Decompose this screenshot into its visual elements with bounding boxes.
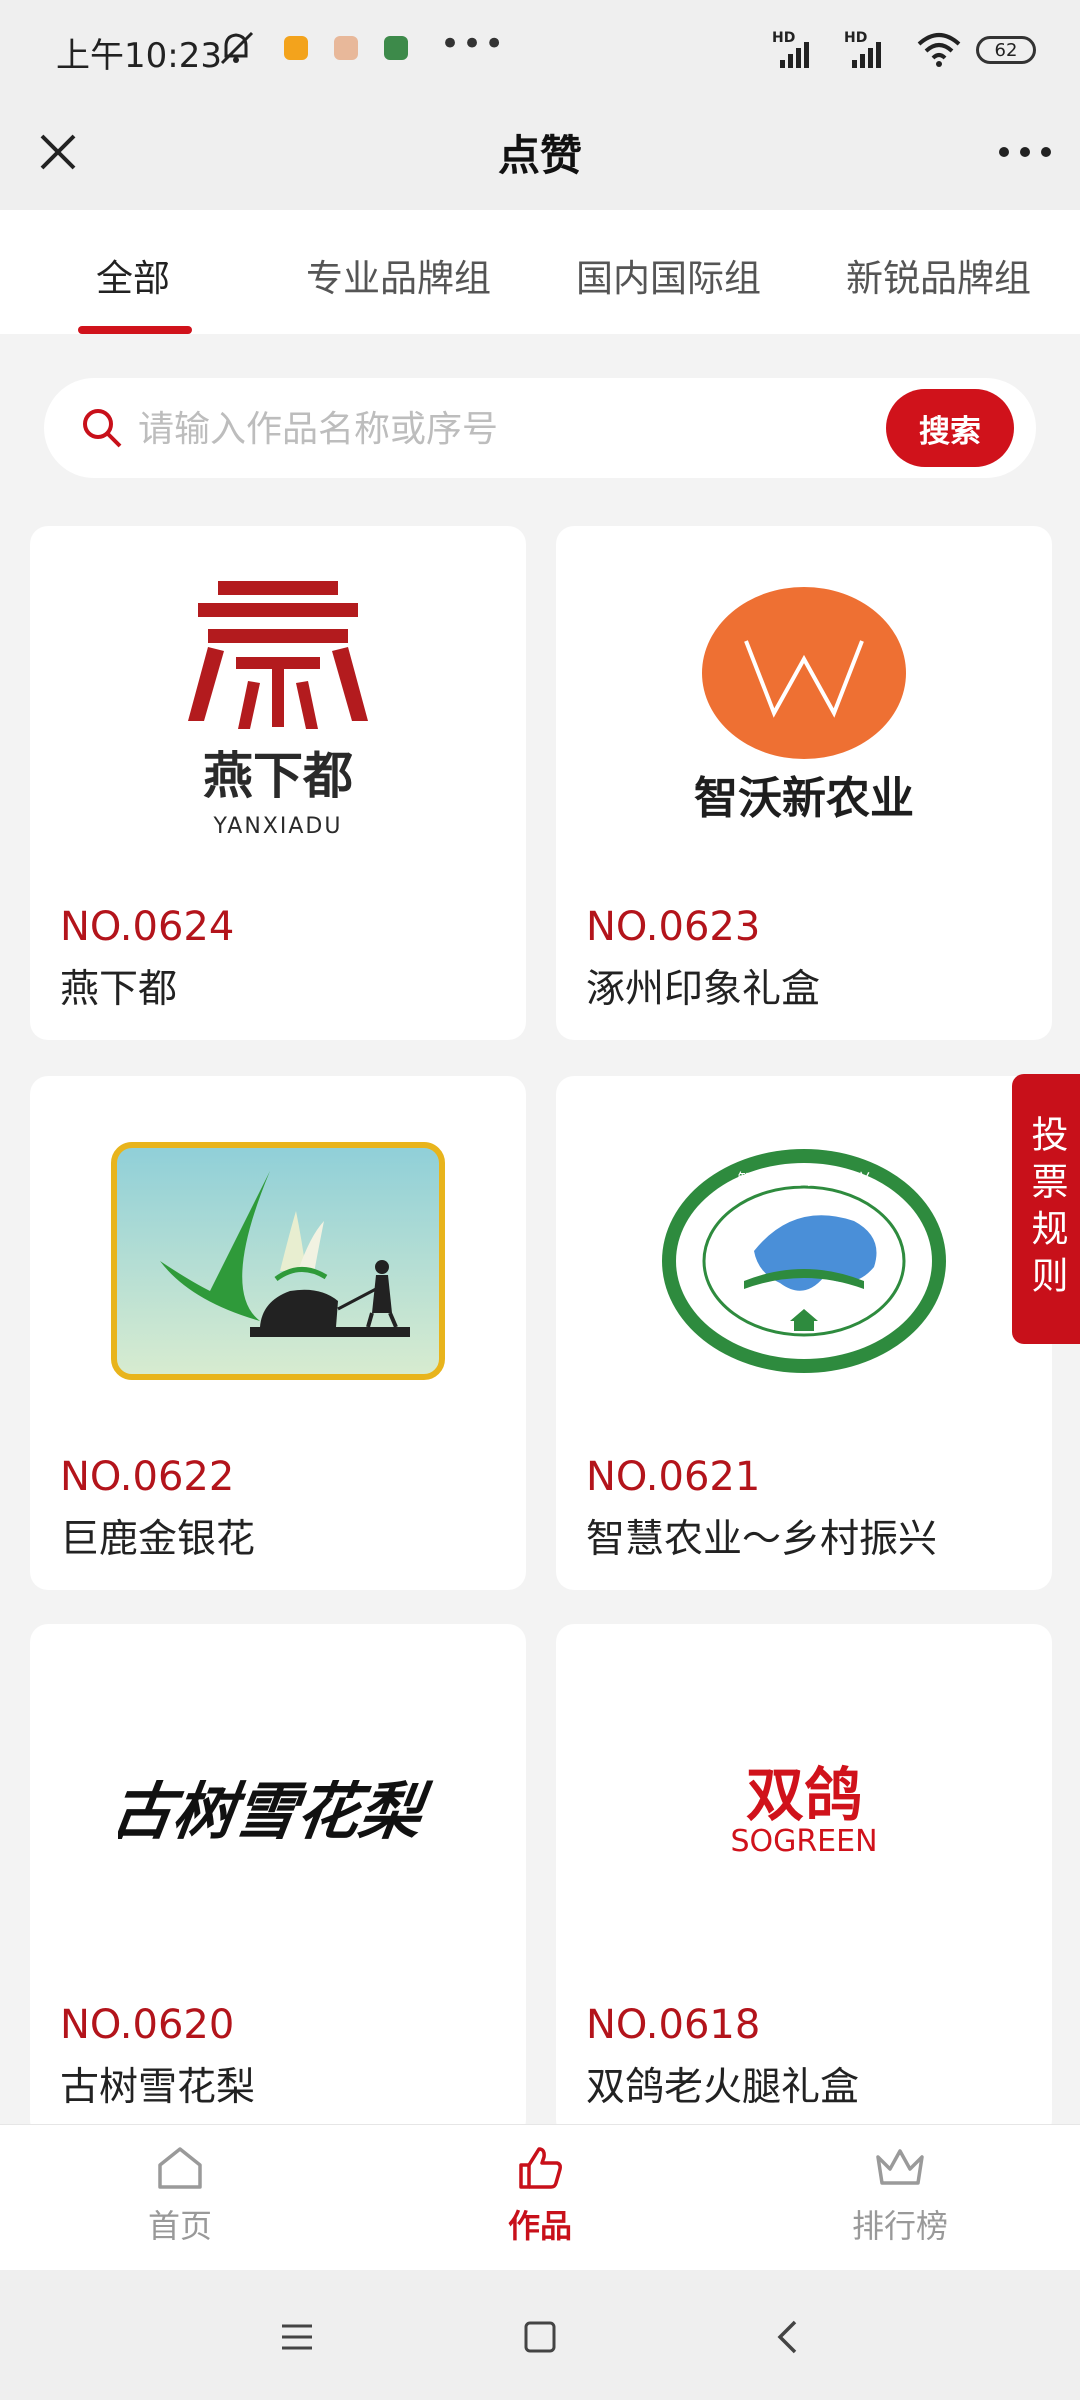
app-notification-icon (284, 36, 308, 60)
work-number: NO.0621 (586, 1454, 761, 1500)
work-logo: 古树雪花梨 (30, 1624, 526, 1994)
bottom-tab-works[interactable]: 作品 (440, 2143, 640, 2263)
shuangge-logo: 双鸽 SOGREEN (730, 1761, 877, 1859)
search-button[interactable]: 搜索 (886, 389, 1014, 467)
page-title: 点赞 (497, 131, 582, 180)
tab-professional-brand[interactable]: 专业品牌组 (306, 248, 491, 302)
back-icon (777, 2320, 797, 2354)
yanxiadu-logo: 燕下都 YANXIADU (188, 581, 368, 839)
tab-domestic-international[interactable]: 国内国际组 (576, 248, 761, 302)
svg-text:双鸽: 双鸽 (746, 1761, 862, 1829)
work-name: 燕下都 (60, 967, 178, 1012)
thumbs-up-icon (519, 2147, 562, 2189)
more-notifications-icon: ••• (440, 24, 507, 64)
wifi-icon (917, 33, 961, 67)
status-bar: 上午10:23 ••• HD HD 62 (0, 0, 1080, 100)
status-time: 上午10:23 (56, 36, 222, 76)
work-logo (30, 1076, 526, 1446)
work-number: NO.0623 (586, 904, 761, 950)
search-input[interactable] (136, 396, 920, 462)
active-tab-indicator (78, 326, 192, 334)
work-logo: 燕下都 YANXIADU (30, 526, 526, 896)
work-number: NO.0618 (586, 2002, 761, 2048)
work-card[interactable]: 智慧农业 乡村振兴 NO.0621 智慧农业～乡村振兴 (556, 1076, 1052, 1590)
work-name: 智慧农业～乡村振兴 (586, 1517, 938, 1562)
work-card[interactable]: 古树雪花梨 NO.0620 古树雪花梨 (30, 1624, 526, 2138)
smart-agriculture-logo: 智慧农业 乡村振兴 (662, 1149, 946, 1373)
work-number: NO.0624 (60, 904, 235, 950)
square-home-icon (524, 2321, 556, 2353)
work-name: 古树雪花梨 (60, 2065, 256, 2110)
bottom-tab-ranking[interactable]: 排行榜 (800, 2143, 1000, 2263)
svg-text:智慧农业 乡村振兴: 智慧农业 乡村振兴 (737, 1170, 870, 1189)
bottom-tab-label: 首页 (147, 2207, 212, 2245)
more-options-button[interactable] (992, 122, 1058, 182)
app-notification-icon (334, 36, 358, 60)
work-card[interactable]: NO.0622 巨鹿金银花 (30, 1076, 526, 1590)
nav-bar: 点赞 (0, 100, 1080, 210)
search-icon (83, 409, 122, 448)
work-number: NO.0622 (60, 1454, 235, 1500)
vote-rules-label: 投票规则 (1025, 1115, 1068, 1303)
bottom-tab-label: 排行榜 (851, 2207, 948, 2245)
svg-text:燕下都: 燕下都 (203, 746, 353, 805)
vote-rules-button[interactable]: 投票规则 (1012, 1074, 1080, 1344)
signal-icon: HD (772, 30, 830, 70)
work-name: 涿州印象礼盒 (586, 967, 821, 1012)
work-name: 巨鹿金银花 (60, 1517, 256, 1562)
signal-icon: HD (844, 30, 902, 70)
crown-icon (876, 2149, 924, 2185)
menu-button[interactable] (272, 2312, 322, 2362)
battery-indicator: 62 (976, 36, 1036, 64)
work-card[interactable]: 燕下都 YANXIADU NO.0624 燕下都 (30, 526, 526, 1040)
work-card[interactable]: 智沃新农业 NO.0623 涿州印象礼盒 (556, 526, 1052, 1040)
work-number: NO.0620 (60, 2002, 235, 2048)
more-icon (999, 147, 1051, 157)
search-bar: 搜索 (44, 378, 1036, 478)
app-notification-icon (384, 36, 408, 60)
svg-text:古树雪花梨: 古树雪花梨 (118, 1775, 435, 1848)
work-logo: 智沃新农业 (556, 526, 1052, 896)
mute-icon (220, 31, 254, 65)
julu-honeysuckle-logo (111, 1142, 445, 1380)
work-name: 双鸽老火腿礼盒 (586, 2065, 860, 2110)
svg-text:智沃新农业: 智沃新农业 (694, 773, 914, 824)
bottom-tab-bar: 首页 作品 排行榜 (0, 2124, 1080, 2271)
bottom-tab-label: 作品 (507, 2207, 572, 2245)
work-logo: 双鸽 SOGREEN (556, 1624, 1052, 1994)
back-button[interactable] (762, 2312, 812, 2362)
gushu-pear-logo: 古树雪花梨 (118, 1775, 435, 1848)
category-tabs: 全部 专业品牌组 国内国际组 新锐品牌组 (0, 210, 1080, 334)
svg-text:SOGREEN: SOGREEN (730, 1824, 877, 1859)
tab-emerging-brand[interactable]: 新锐品牌组 (846, 248, 1031, 302)
bottom-tab-home[interactable]: 首页 (80, 2143, 280, 2263)
system-navigation-bar (0, 2270, 1080, 2400)
zhiwo-logo: 智沃新农业 (694, 587, 914, 824)
work-logo: 智慧农业 乡村振兴 (556, 1076, 1052, 1446)
home-icon (158, 2147, 202, 2189)
menu-icon (282, 2324, 312, 2350)
svg-text:YANXIADU: YANXIADU (213, 814, 343, 839)
work-card[interactable]: 双鸽 SOGREEN NO.0618 双鸽老火腿礼盒 (556, 1624, 1052, 2138)
home-button[interactable] (515, 2312, 565, 2362)
tab-all[interactable]: 全部 (96, 248, 170, 302)
